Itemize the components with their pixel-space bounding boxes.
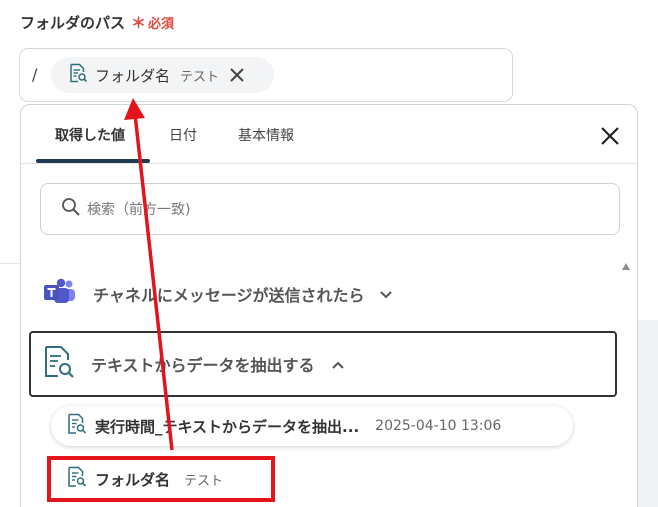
- folder-path-label-text: フォルダのパス: [20, 14, 126, 32]
- variable-chip-folder-name[interactable]: フォルダ名 テスト: [51, 57, 274, 93]
- document-search-icon: [67, 466, 87, 492]
- list-item-folder-name[interactable]: フォルダ名 テスト: [47, 456, 275, 502]
- search-placeholder: 検索（前方一致): [87, 202, 191, 218]
- tab-bar: 取得した値 日付 基本情報: [21, 105, 637, 164]
- teams-icon: [43, 278, 77, 310]
- item-title: 実行時間_テキストからデータを抽出...: [95, 417, 360, 436]
- item-value: テスト: [184, 473, 224, 489]
- tab-basic-info[interactable]: 基本情報: [238, 125, 294, 145]
- required-mark: ＊: [131, 14, 147, 32]
- close-icon[interactable]: [599, 125, 621, 147]
- list-item-execution-time[interactable]: 実行時間_テキストからデータを抽出... 2025-04-10 13:06: [51, 406, 573, 446]
- tab-acquired-values[interactable]: 取得した値: [55, 125, 125, 145]
- folder-path-label: フォルダのパス ＊必須: [20, 12, 174, 33]
- item-title: フォルダ名: [95, 470, 171, 489]
- folder-path-input[interactable]: / フォルダ名 テスト: [19, 48, 513, 102]
- path-separator: /: [32, 65, 38, 84]
- document-search-icon: [68, 63, 88, 87]
- section-label: チャネルにメッセージが送信されたら: [93, 286, 365, 305]
- active-tab-indicator: [36, 159, 150, 163]
- tab-date[interactable]: 日付: [169, 125, 197, 145]
- required-text: 必須: [148, 17, 175, 32]
- page: フォルダのパス ＊必須 / フォルダ名 テスト 取得した値 日付 基本情報 検索（…: [0, 0, 658, 507]
- item-value: 2025-04-10 13:06: [375, 418, 502, 434]
- document-search-icon: [67, 413, 87, 439]
- section-teams-trigger[interactable]: チャネルにメッセージが送信されたら: [43, 277, 393, 311]
- scroll-up-arrow-icon[interactable]: [622, 263, 630, 270]
- search-icon: [61, 197, 81, 221]
- section-extract-data[interactable]: テキストからデータを抽出する: [29, 331, 617, 397]
- value-picker-popover: 取得した値 日付 基本情報 検索（前方一致) チャネルにメッセージが送信されたら…: [20, 104, 638, 507]
- section-label: テキストからデータを抽出する: [91, 356, 315, 375]
- background-panel: [636, 320, 658, 507]
- search-input[interactable]: 検索（前方一致): [40, 183, 620, 235]
- chevron-up-icon[interactable]: [331, 355, 345, 374]
- document-search-icon: [43, 345, 75, 383]
- chevron-down-icon[interactable]: [379, 285, 393, 304]
- close-icon[interactable]: [229, 67, 245, 83]
- chip-label: フォルダ名: [95, 66, 171, 85]
- chip-sub-value: テスト: [180, 69, 220, 85]
- background-divider: [0, 263, 20, 264]
